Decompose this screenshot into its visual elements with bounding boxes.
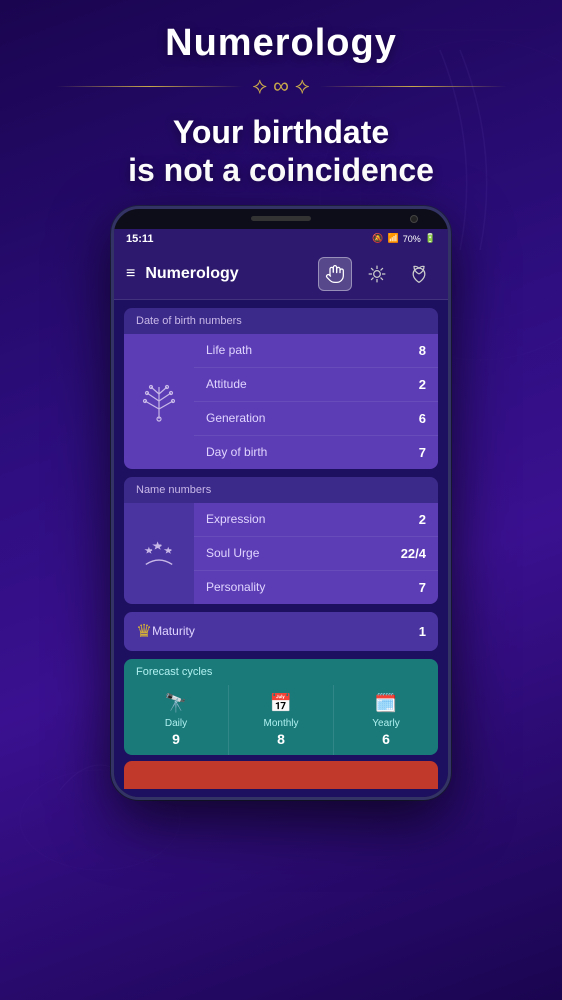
phone-speaker <box>251 216 311 221</box>
dob-icon-area <box>124 334 194 469</box>
life-path-row[interactable]: Life path 8 <box>194 334 438 368</box>
personality-label: Personality <box>206 580 265 594</box>
name-icon-area <box>124 503 194 604</box>
name-section: Expression 2 Soul Urge 22/4 Personality … <box>124 503 438 604</box>
attitude-value: 2 <box>419 377 426 392</box>
day-of-birth-value: 7 <box>419 445 426 460</box>
forecast-items: 🔭 Daily 9 📅 Monthly 8 🗓️ Yearly 6 <box>124 685 438 755</box>
monthly-value: 8 <box>277 731 285 747</box>
expression-value: 2 <box>419 512 426 527</box>
maturity-row[interactable]: ♛ Maturity 1 <box>124 612 438 651</box>
generation-value: 6 <box>419 411 426 426</box>
hand-icon-button[interactable] <box>318 257 352 291</box>
attitude-label: Attitude <box>206 377 247 391</box>
name-rows: Expression 2 Soul Urge 22/4 Personality … <box>194 503 438 604</box>
name-section-wrapper: Name numbers Ex <box>124 477 438 604</box>
forecast-section: Forecast cycles 🔭 Daily 9 📅 Monthly 8 🗓️ <box>124 659 438 755</box>
maturity-label: Maturity <box>152 624 419 638</box>
app-title: Numerology <box>165 22 397 65</box>
generation-row[interactable]: Generation 6 <box>194 402 438 436</box>
app-header: ≡ Numerology <box>114 249 448 300</box>
ornament-divider: ⟡ ∞ ⟡ <box>56 73 506 99</box>
astrology-icon-button[interactable] <box>360 257 394 291</box>
signal-icon: 📶 <box>388 233 399 244</box>
status-time: 15:11 <box>126 233 154 245</box>
yearly-value: 6 <box>382 731 390 747</box>
hamburger-menu-icon[interactable]: ≡ <box>126 265 135 283</box>
app-body: Date of birth numbers <box>114 300 448 797</box>
generation-label: Generation <box>206 411 265 425</box>
life-path-value: 8 <box>419 343 426 358</box>
partial-bottom-section <box>124 761 438 789</box>
status-icons: 🔕 📶 70% 🔋 <box>372 233 436 244</box>
daily-label: Daily <box>165 718 187 729</box>
maturity-value: 1 <box>419 624 426 639</box>
yearly-label: Yearly <box>372 718 399 729</box>
telescope-icon: 🔭 <box>165 693 187 714</box>
battery-icon: 🔋 <box>425 233 436 244</box>
soul-urge-label: Soul Urge <box>206 546 259 560</box>
daily-value: 9 <box>172 731 180 747</box>
monthly-label: Monthly <box>263 718 298 729</box>
name-section-header: Name numbers <box>124 477 438 503</box>
personality-row[interactable]: Personality 7 <box>194 571 438 604</box>
attitude-row[interactable]: Attitude 2 <box>194 368 438 402</box>
lotus-icon-button[interactable] <box>402 257 436 291</box>
forecast-header: Forecast cycles <box>124 659 438 685</box>
notification-icon: 🔕 <box>372 233 383 244</box>
phone-mockup: 15:11 🔕 📶 70% 🔋 ≡ Numerology <box>111 206 451 800</box>
phone-camera <box>410 215 418 223</box>
dob-section-wrapper: Date of birth numbers <box>124 308 438 469</box>
forecast-item-yearly[interactable]: 🗓️ Yearly 6 <box>334 685 438 755</box>
ornament-symbol: ⟡ ∞ ⟡ <box>243 73 320 99</box>
page-content: Numerology ⟡ ∞ ⟡ Your birthdateis not a … <box>0 0 562 1000</box>
phone-top-bar <box>114 209 448 229</box>
monthly-icon: 📅 <box>270 693 292 714</box>
header-icons <box>318 257 436 291</box>
dob-rows: Life path 8 Attitude 2 Generation 6 Da <box>194 334 438 469</box>
app-header-name: Numerology <box>145 265 318 283</box>
dob-section: Life path 8 Attitude 2 Generation 6 Da <box>124 334 438 469</box>
forecast-item-monthly[interactable]: 📅 Monthly 8 <box>229 685 334 755</box>
battery-text: 70% <box>403 234 421 244</box>
dob-section-header: Date of birth numbers <box>124 308 438 334</box>
status-bar: 15:11 🔕 📶 70% 🔋 <box>114 229 448 249</box>
expression-row[interactable]: Expression 2 <box>194 503 438 537</box>
app-subtitle: Your birthdateis not a coincidence <box>128 113 434 190</box>
life-path-label: Life path <box>206 343 252 357</box>
yearly-icon: 🗓️ <box>375 693 397 714</box>
soul-urge-value: 22/4 <box>401 546 426 561</box>
personality-value: 7 <box>419 580 426 595</box>
day-of-birth-row[interactable]: Day of birth 7 <box>194 436 438 469</box>
soul-urge-row[interactable]: Soul Urge 22/4 <box>194 537 438 571</box>
day-of-birth-label: Day of birth <box>206 445 267 459</box>
crown-icon: ♛ <box>136 621 152 642</box>
forecast-item-daily[interactable]: 🔭 Daily 9 <box>124 685 229 755</box>
expression-label: Expression <box>206 512 265 526</box>
